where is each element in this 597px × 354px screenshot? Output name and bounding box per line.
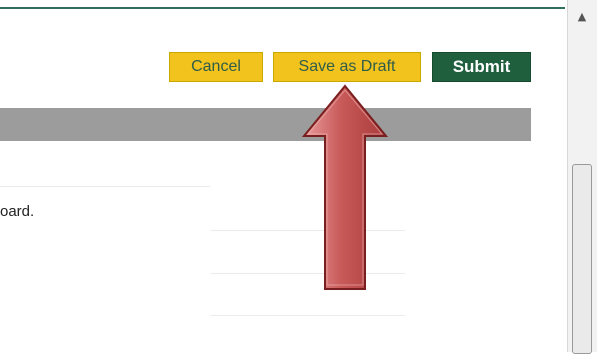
- callout-arrow-icon: [302, 84, 388, 290]
- top-border: [0, 7, 565, 9]
- scroll-up-icon[interactable]: ▲: [573, 8, 591, 26]
- cancel-button[interactable]: Cancel: [169, 52, 263, 82]
- scroll-thumb[interactable]: [572, 164, 592, 354]
- partial-content-text: oard.: [0, 203, 35, 220]
- save-as-draft-button[interactable]: Save as Draft: [273, 52, 421, 82]
- section-header-bar: [0, 108, 531, 141]
- divider-line: [0, 186, 210, 187]
- vertical-scrollbar[interactable]: ▲: [567, 0, 597, 354]
- divider-line: [210, 315, 405, 316]
- submit-button[interactable]: Submit: [432, 52, 531, 82]
